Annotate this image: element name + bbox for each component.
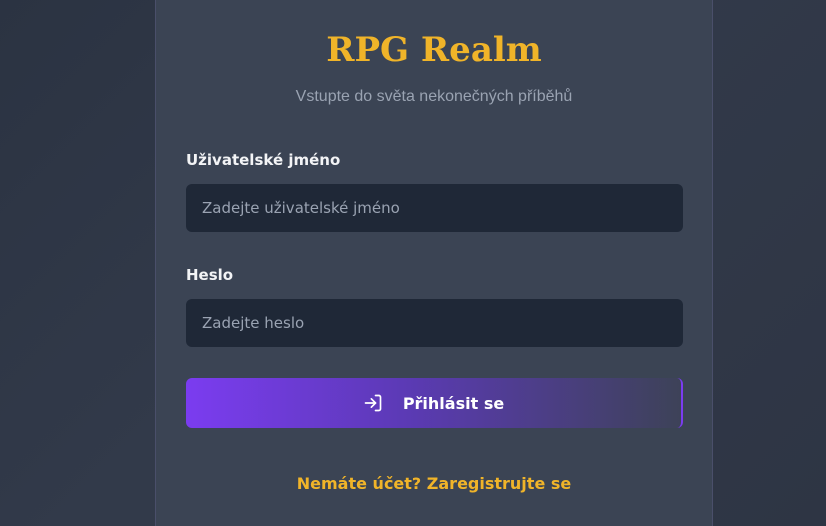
login-icon [364,394,382,412]
app-subtitle: Vstupte do světa nekonečných příběhů [295,88,573,105]
username-input[interactable] [186,184,683,232]
login-card: RPG Realm Vstupte do světa nekonečných p… [155,0,713,526]
login-button[interactable]: Přihlásit se [186,378,683,428]
username-label: Uživatelské jméno [186,151,341,169]
password-label: Heslo [186,266,234,284]
app-title: RPG Realm [326,30,542,70]
register-link[interactable]: Nemáte účet? Zaregistrujte se [156,474,712,493]
login-button-label: Přihlásit se [402,393,505,413]
password-input[interactable] [186,299,683,347]
